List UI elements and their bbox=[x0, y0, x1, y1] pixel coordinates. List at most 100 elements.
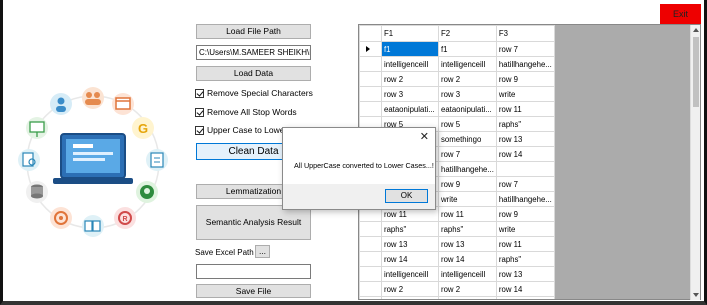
save-file-button[interactable]: Save File bbox=[196, 284, 311, 298]
table-cell[interactable]: row 3 bbox=[381, 296, 439, 299]
row-header[interactable] bbox=[359, 101, 382, 117]
table-cell[interactable]: row 13 bbox=[381, 236, 439, 252]
table-cell[interactable]: row 9 bbox=[495, 206, 555, 222]
table-cell[interactable]: row 14 bbox=[438, 251, 497, 267]
column-header[interactable]: F3 bbox=[495, 25, 555, 42]
table-cell[interactable]: raphs" bbox=[495, 251, 555, 267]
exit-button[interactable]: Exit bbox=[660, 4, 701, 24]
column-header[interactable]: F2 bbox=[438, 25, 497, 42]
load-file-path-button[interactable]: Load File Path bbox=[196, 24, 311, 39]
table-row[interactable]: intelligenceill intelligenceill row 13 bbox=[359, 266, 555, 282]
row-header[interactable] bbox=[359, 221, 382, 237]
table-cell[interactable]: row 7 bbox=[495, 41, 555, 57]
row-header[interactable] bbox=[359, 236, 382, 252]
row-header[interactable] bbox=[359, 281, 382, 297]
table-cell[interactable]: raphs" bbox=[438, 221, 497, 237]
table-cell[interactable]: row 3 bbox=[438, 296, 497, 299]
row-header[interactable] bbox=[359, 86, 382, 102]
table-cell[interactable]: hatillhangehe... bbox=[495, 191, 555, 207]
table-cell[interactable]: row 14 bbox=[495, 146, 555, 162]
load-data-button[interactable]: Load Data bbox=[196, 66, 311, 81]
table-cell[interactable]: row 3 bbox=[438, 86, 497, 102]
table-cell[interactable]: raphs" bbox=[381, 221, 439, 237]
table-row[interactable]: eataonipulati... eataonipulati... row 11 bbox=[359, 101, 555, 117]
semantic-analysis-button[interactable]: Semantic Analysis Result bbox=[196, 205, 311, 240]
table-row[interactable]: row 14 row 14 raphs" bbox=[359, 251, 555, 267]
table-cell[interactable]: intelligenceill bbox=[438, 266, 497, 282]
person-icon bbox=[50, 93, 72, 115]
table-cell[interactable]: row 14 bbox=[495, 281, 555, 297]
table-cell[interactable]: row 11 bbox=[438, 206, 497, 222]
table-cell[interactable]: row 2 bbox=[381, 281, 439, 297]
table-cell[interactable]: row 2 bbox=[438, 281, 497, 297]
browse-button[interactable]: ... bbox=[255, 245, 270, 258]
table-cell[interactable]: somethingo bbox=[438, 131, 497, 147]
table-cell[interactable]: f1 bbox=[381, 41, 439, 57]
ok-button[interactable]: OK bbox=[385, 189, 428, 203]
remove-stop-words-checkbox[interactable]: Remove All Stop Words bbox=[195, 107, 297, 117]
table-cell[interactable]: row 14 bbox=[381, 251, 439, 267]
dialog-message: All UpperCase converted to Lower Cases..… bbox=[294, 161, 434, 170]
table-cell[interactable]: eataonipulati... bbox=[438, 101, 497, 117]
table-cell[interactable]: intelligenceill bbox=[381, 266, 439, 282]
table-cell[interactable] bbox=[495, 296, 555, 299]
table-cell[interactable]: intelligenceill bbox=[438, 56, 497, 72]
vertical-scrollbar[interactable] bbox=[690, 25, 700, 300]
table-cell[interactable] bbox=[495, 161, 555, 177]
remove-special-label: Remove Special Characters bbox=[207, 88, 313, 98]
checkbox-checked-icon bbox=[195, 88, 204, 98]
table-cell[interactable]: intelligenceill bbox=[381, 56, 439, 72]
table-cell[interactable]: hatillhangehe... bbox=[438, 161, 497, 177]
table-row[interactable]: row 2 row 2 row 14 bbox=[359, 281, 555, 297]
row-header[interactable] bbox=[359, 56, 382, 72]
book-icon bbox=[82, 215, 104, 237]
row-header[interactable] bbox=[359, 296, 382, 299]
scroll-up-icon[interactable] bbox=[693, 28, 699, 32]
sync-icon bbox=[50, 207, 72, 229]
table-cell[interactable]: row 3 bbox=[381, 86, 439, 102]
google-icon: G bbox=[132, 117, 154, 139]
row-header[interactable] bbox=[359, 71, 382, 87]
browser-icon bbox=[112, 93, 134, 115]
save-excel-path-input[interactable] bbox=[196, 264, 311, 279]
table-cell[interactable]: write bbox=[438, 191, 497, 207]
scroll-thumb[interactable] bbox=[693, 37, 699, 107]
table-cell[interactable]: row 2 bbox=[438, 71, 497, 87]
scroll-down-icon[interactable] bbox=[693, 293, 699, 297]
table-cell[interactable]: row 7 bbox=[495, 176, 555, 192]
table-cell[interactable]: row 9 bbox=[495, 71, 555, 87]
table-cell[interactable]: row 5 bbox=[438, 116, 497, 132]
remove-special-checkbox[interactable]: Remove Special Characters bbox=[195, 88, 313, 98]
column-header[interactable]: F1 bbox=[381, 25, 439, 42]
table-row[interactable]: intelligenceill intelligenceill hatillhang… bbox=[359, 56, 555, 72]
row-header[interactable] bbox=[359, 266, 382, 282]
row-header[interactable] bbox=[359, 41, 382, 57]
table-cell[interactable]: row 11 bbox=[495, 236, 555, 252]
table-row[interactable]: row 3row 3 bbox=[359, 296, 555, 299]
table-cell[interactable]: row 13 bbox=[495, 131, 555, 147]
table-cell[interactable]: row 13 bbox=[495, 266, 555, 282]
table-cell[interactable]: row 11 bbox=[495, 101, 555, 117]
table-cell[interactable]: hatillhangehe... bbox=[495, 56, 555, 72]
table-cell[interactable]: raphs" bbox=[495, 116, 555, 132]
table-cell[interactable]: f1 bbox=[438, 41, 497, 57]
table-row[interactable]: row 13 row 13 row 11 bbox=[359, 236, 555, 252]
row-header-corner bbox=[359, 25, 382, 42]
table-row[interactable]: f1 f1 row 7 bbox=[359, 41, 555, 57]
team-icon bbox=[82, 87, 104, 109]
table-cell[interactable]: write bbox=[495, 221, 555, 237]
main-window: Exit G R Load File Path C:\Users\M.SAMEE… bbox=[0, 0, 707, 305]
table-cell[interactable]: row 7 bbox=[438, 146, 497, 162]
table-row[interactable]: row 3 row 3 write bbox=[359, 86, 555, 102]
table-cell[interactable]: row 9 bbox=[438, 176, 497, 192]
row-header[interactable] bbox=[359, 251, 382, 267]
close-icon[interactable]: ✕ bbox=[420, 130, 429, 143]
table-row[interactable]: row 2 row 2 row 9 bbox=[359, 71, 555, 87]
table-cell[interactable]: eataonipulati... bbox=[381, 101, 439, 117]
table-cell[interactable]: row 2 bbox=[381, 71, 439, 87]
save-excel-path-label: Save Excel Path bbox=[195, 248, 254, 257]
file-path-input[interactable]: C:\Users\M.SAMEER SHEIKH\Deskto bbox=[196, 45, 311, 60]
table-row[interactable]: raphs" raphs" write bbox=[359, 221, 555, 237]
table-cell[interactable]: row 13 bbox=[438, 236, 497, 252]
table-cell[interactable]: write bbox=[495, 86, 555, 102]
